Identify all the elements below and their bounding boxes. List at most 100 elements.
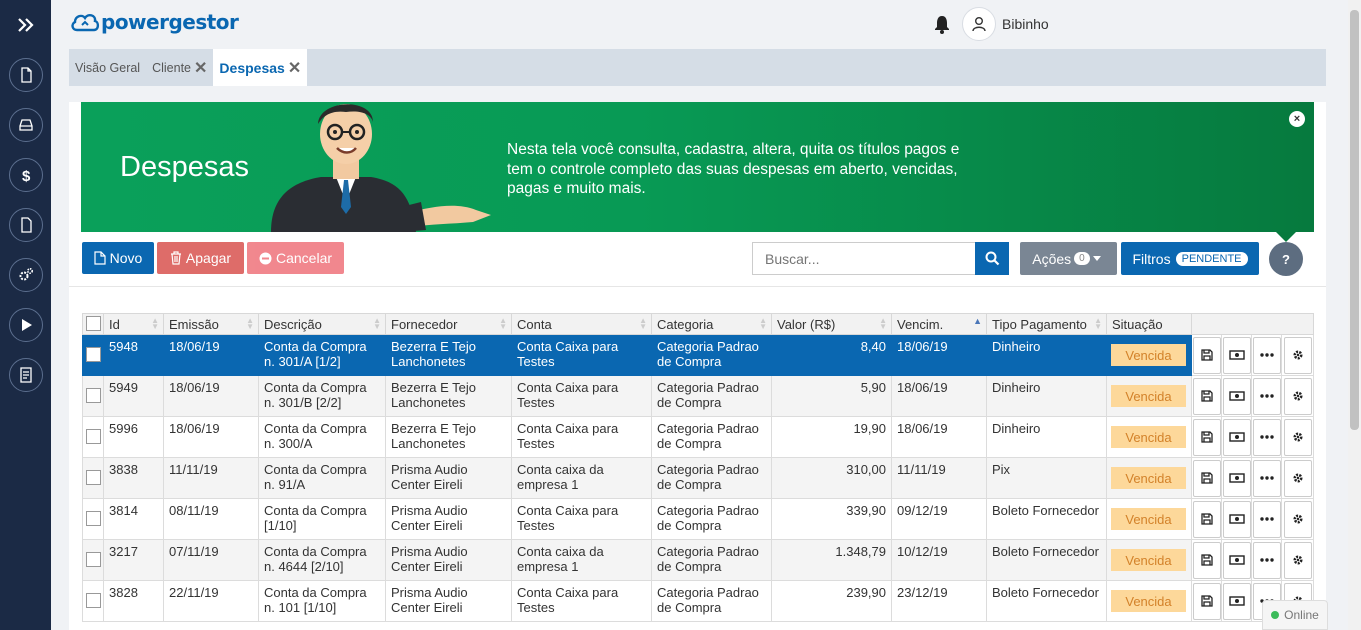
save-button[interactable] [1192,418,1221,456]
filtros-label: Filtros [1132,250,1171,267]
save-button[interactable] [1192,500,1221,538]
money-button[interactable] [1222,336,1251,374]
save-button[interactable] [1192,336,1221,374]
cell-categoria: Categoria Padrao de Compra [651,457,772,499]
sidebar-item-files[interactable] [0,200,51,250]
cell-descricao: Conta da Compra n. 91/A [258,457,386,499]
more-button[interactable] [1252,418,1281,456]
col-emissao[interactable]: Emissão ▲ ▼ [163,313,259,335]
save-button[interactable] [1192,582,1221,620]
col-tipo-pagamento[interactable]: Tipo Pagamento ▲ ▼ [986,313,1107,335]
filtros-button[interactable]: Filtros PENDENTE [1121,242,1259,275]
sidebar-item-reports[interactable] [0,350,51,400]
user-menu[interactable]: Bibinho [962,7,1049,41]
save-icon [1200,513,1213,525]
more-button[interactable] [1252,336,1281,374]
row-checkbox[interactable] [82,498,104,540]
gear-button[interactable] [1283,377,1312,415]
money-button[interactable] [1222,500,1251,538]
status-badge: Vencida [1111,590,1186,612]
money-button[interactable] [1222,582,1251,620]
status-badge: Vencida [1111,426,1186,448]
money-button[interactable] [1222,377,1251,415]
table-row[interactable]: 3217 07/11/19 Conta da Compra n. 4644 [2/1… [82,539,1314,581]
money-button[interactable] [1222,459,1251,497]
sidebar-item-finance[interactable]: $ [0,150,51,200]
col-id[interactable]: Id ▲ ▼ [103,313,164,335]
apagar-button[interactable]: Apagar [157,242,244,274]
page-scrollbar[interactable] [1348,0,1361,630]
row-checkbox[interactable] [82,334,104,376]
tab-despesas[interactable]: Despesas ✕ [213,49,308,86]
more-button[interactable] [1252,500,1281,538]
gear-button[interactable] [1283,459,1312,497]
save-button[interactable] [1192,377,1221,415]
cell-tipo-pagamento: Dinheiro [986,416,1107,458]
save-icon [1200,431,1213,443]
tab-label: Despesas [219,59,285,76]
search-input[interactable] [752,242,976,275]
table-row[interactable]: 5949 18/06/19 Conta da Compra n. 301/B [2/… [82,375,1314,417]
table-row[interactable]: 3838 11/11/19 Conta da Compra n. 91/A Prism… [82,457,1314,499]
tab-cliente[interactable]: Cliente ✕ [146,49,213,86]
row-checkbox[interactable] [82,375,104,417]
cell-emissao: 08/11/19 [163,498,259,540]
sidebar-item-play[interactable] [0,300,51,350]
row-checkbox[interactable] [82,457,104,499]
select-all-checkbox[interactable] [82,313,104,335]
money-button[interactable] [1222,541,1251,579]
sidebar-item-documents[interactable] [0,50,51,100]
gear-button[interactable] [1283,418,1312,456]
save-icon [1200,349,1213,361]
gear-button[interactable] [1283,500,1312,538]
col-situacao[interactable]: Situação [1106,313,1192,335]
cancelar-button[interactable]: Cancelar [247,242,344,274]
more-icon [1259,435,1274,439]
online-status[interactable]: Online [1262,600,1328,630]
money-button[interactable] [1222,418,1251,456]
gear-button[interactable] [1283,336,1312,374]
help-button[interactable]: ? [1269,242,1303,276]
save-button[interactable] [1192,541,1221,579]
online-label: Online [1284,608,1319,622]
header: powergestor Bibinho [51,0,1348,48]
row-checkbox[interactable] [82,580,104,622]
table-row[interactable]: 5996 18/06/19 Conta da Compra n. 300/A Beze… [82,416,1314,458]
notifications-button[interactable] [933,14,951,37]
close-icon[interactable]: ✕ [288,58,301,78]
acoes-dropdown[interactable]: Ações 0 [1020,242,1117,275]
search-button[interactable] [975,242,1009,275]
col-conta[interactable]: Conta ▲ ▼ [511,313,652,335]
scrollbar-thumb[interactable] [1350,10,1359,430]
banner-close-button[interactable]: × [1289,111,1305,127]
gear-button[interactable] [1283,541,1312,579]
document-icon [20,67,32,83]
sidebar-item-drive[interactable] [0,100,51,150]
col-valor[interactable]: Valor (R$) ▲ ▼ [771,313,892,335]
sidebar-item-settings[interactable] [0,250,51,300]
row-checkbox[interactable] [82,416,104,458]
more-button[interactable] [1252,377,1281,415]
save-button[interactable] [1192,459,1221,497]
close-icon[interactable]: ✕ [194,58,207,78]
sidebar-expand[interactable] [0,0,51,50]
col-fornecedor[interactable]: Fornecedor ▲ ▼ [385,313,512,335]
cell-situacao: Vencida [1106,457,1192,499]
logo[interactable]: powergestor [69,10,239,34]
col-categoria[interactable]: Categoria ▲ ▼ [651,313,772,335]
cell-emissao: 07/11/19 [163,539,259,581]
table-row[interactable]: 3814 08/11/19 Conta da Compra [1/10] Prisma… [82,498,1314,540]
money-icon [1228,513,1245,525]
col-descricao[interactable]: Descrição ▲ ▼ [258,313,386,335]
more-button[interactable] [1252,541,1281,579]
table-row[interactable]: 5948 18/06/19 Conta da Compra n. 301/A [1/… [82,334,1314,376]
more-button[interactable] [1252,459,1281,497]
tab-visao-geral[interactable]: Visão Geral [69,49,146,86]
avatar [962,7,996,41]
row-checkbox[interactable] [82,539,104,581]
table-row[interactable]: 3828 22/11/19 Conta da Compra n. 101 [1/10… [82,580,1314,622]
cell-id: 3828 [103,580,164,622]
cell-vencim: 18/06/19 [891,416,987,458]
novo-button[interactable]: Novo [82,242,154,274]
col-vencim[interactable]: Vencim. ▲ [891,313,987,335]
